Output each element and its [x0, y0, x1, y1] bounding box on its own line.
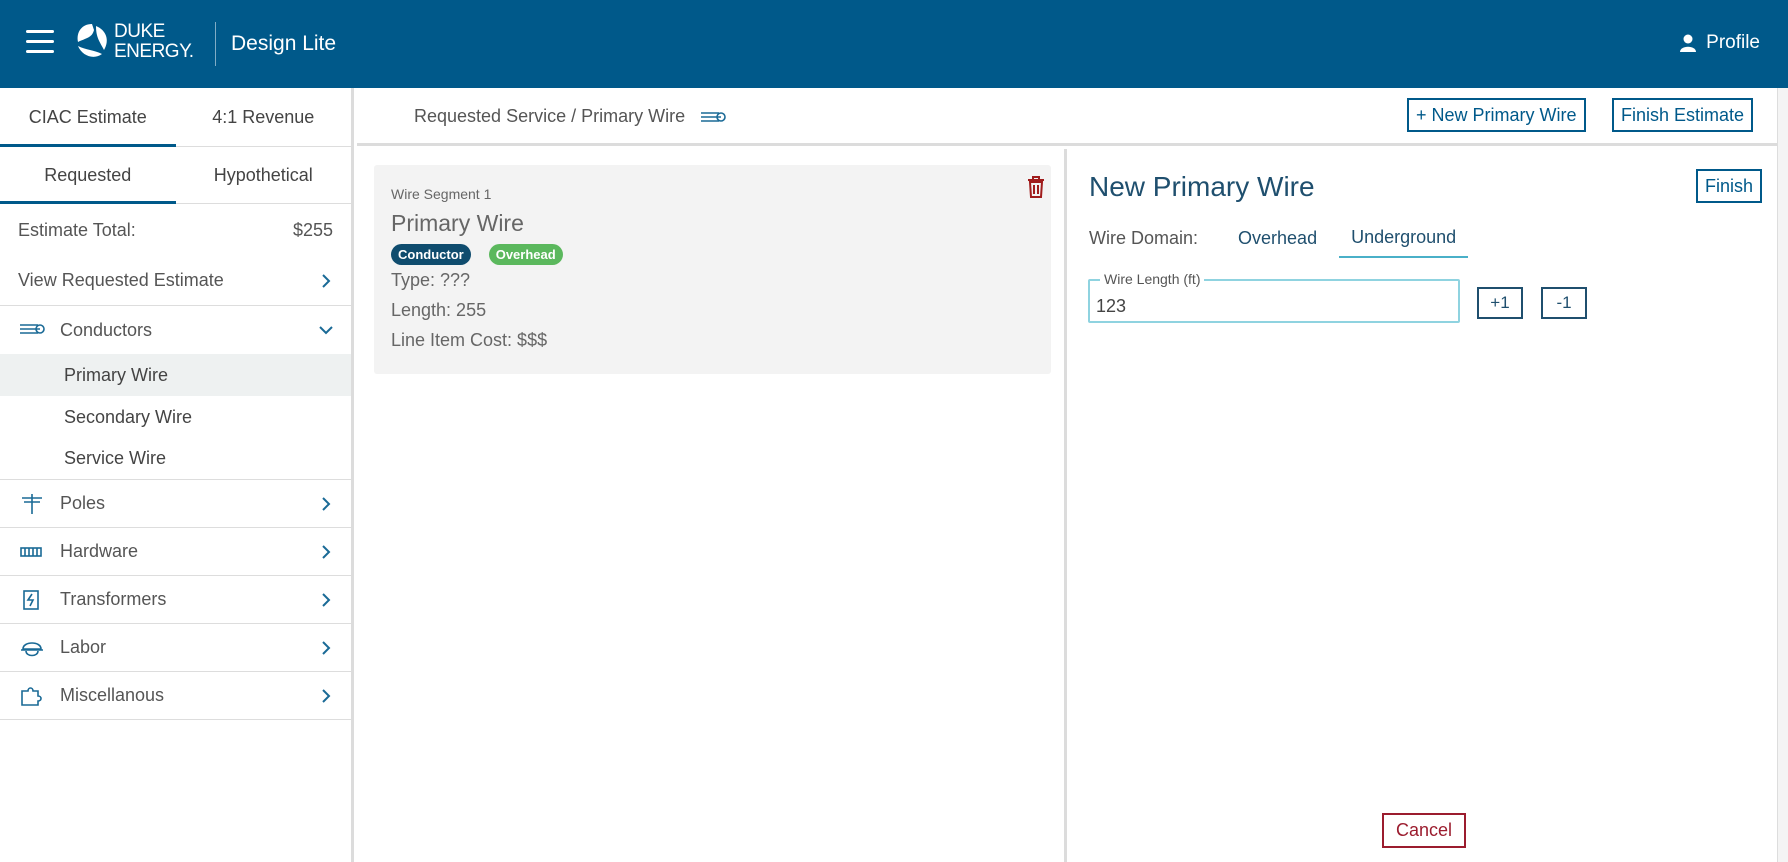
chevron-right-icon [322, 592, 331, 607]
sidebar-item-labor[interactable]: Labor [0, 624, 351, 672]
finish-estimate-button[interactable]: Finish Estimate [1612, 98, 1754, 132]
sidebar-item-label: Conductors [60, 319, 153, 340]
segment-type: Type: ??? [391, 270, 471, 290]
profile-button[interactable]: Profile [1678, 32, 1760, 54]
wire-segments-panel: Wire Segment 1 Primary Wire Conductor Ov… [357, 149, 1067, 862]
profile-label: Profile [1706, 32, 1760, 53]
tab-ciac-estimate[interactable]: CIAC Estimate [0, 88, 176, 147]
transformer-icon [23, 589, 39, 610]
sidebar-item-label: Labor [60, 637, 107, 657]
chevron-right-icon [322, 496, 331, 511]
finish-button[interactable]: Finish [1696, 169, 1763, 203]
logo-line-1: DUKE [114, 21, 165, 42]
estimate-total-label: Estimate Total: [18, 219, 136, 240]
sidebar-item-label: Hardware [60, 541, 139, 561]
wire-domain-label: Wire Domain: [1089, 228, 1199, 248]
user-icon [1680, 34, 1697, 52]
sidebar-subitem-primary-wire[interactable]: Primary Wire [0, 354, 351, 396]
wire-length-field: Wire Length (ft) [1088, 271, 1460, 323]
chevron-right-icon [322, 640, 331, 655]
wire-segment-card[interactable]: Wire Segment 1 Primary Wire Conductor Ov… [374, 165, 1051, 374]
breadcrumb: Requested Service / Primary Wire [414, 106, 727, 127]
estimate-total-value: $255 [292, 219, 333, 240]
logo-line-2: ENERGY. [114, 41, 194, 62]
segment-badges: Conductor Overhead [391, 244, 563, 265]
sidebar-item-label: Poles [60, 493, 106, 513]
scrollbar[interactable] [1777, 88, 1788, 862]
hardware-icon [20, 546, 42, 557]
header-divider [215, 22, 216, 66]
breadcrumb-text: Requested Service / Primary Wire [414, 106, 686, 126]
estimate-tabs: CIAC Estimate 4:1 Revenue [0, 88, 351, 147]
new-wire-form: New Primary Wire Finish Wire Domain: Ove… [1070, 149, 1777, 862]
sidebar-item-conductors[interactable]: Conductors [0, 306, 351, 354]
wire-length-label: Wire Length (ft) [1100, 271, 1205, 287]
conductor-badge: Conductor [391, 244, 471, 265]
estimate-total: Estimate Total: $255 [0, 204, 351, 256]
decrement-button[interactable]: -1 [1541, 287, 1587, 319]
menu-icon[interactable] [26, 30, 54, 54]
conductor-icon [701, 111, 726, 122]
wire-length-input[interactable] [1090, 281, 1458, 321]
form-heading: New Primary Wire [1089, 171, 1315, 202]
conductor-icon [20, 324, 45, 334]
view-estimate-label: View Requested Estimate [18, 270, 224, 290]
sidebar-item-label: Miscellanous [60, 685, 165, 705]
view-requested-estimate-link[interactable]: View Requested Estimate [0, 256, 351, 306]
segment-label: Wire Segment 1 [391, 186, 492, 202]
pole-icon [22, 493, 42, 514]
sidebar-item-label: Transformers [60, 589, 167, 609]
trash-icon[interactable] [1025, 175, 1047, 199]
toolbar: Requested Service / Primary Wire + New P… [357, 88, 1777, 146]
segment-cost: Line Item Cost: $$$ [391, 330, 548, 350]
segment-length: Length: 255 [391, 300, 487, 320]
puzzle-icon [21, 686, 42, 706]
domain-tab-overhead[interactable]: Overhead [1226, 228, 1329, 257]
duke-energy-logo: DUKE ENERGY. [72, 20, 202, 68]
sidebar-item-poles[interactable]: Poles [0, 480, 351, 528]
app-title: Design Lite [231, 32, 337, 55]
cancel-button[interactable]: Cancel [1382, 813, 1467, 848]
sidebar: CIAC Estimate 4:1 Revenue Requested Hypo… [0, 88, 354, 862]
chevron-right-icon [322, 273, 331, 288]
domain-tab-underground[interactable]: Underground [1339, 227, 1469, 258]
chevron-down-icon [319, 326, 333, 335]
sidebar-subitem-service-wire[interactable]: Service Wire [0, 438, 351, 480]
sidebar-item-miscellaneous[interactable]: Miscellanous [0, 672, 351, 720]
sidebar-item-hardware[interactable]: Hardware [0, 528, 351, 576]
chevron-right-icon [322, 688, 331, 703]
app-header: DUKE ENERGY. Design Lite Profile [0, 0, 1788, 88]
tab-hypothetical[interactable]: Hypothetical [176, 147, 352, 203]
sidebar-subitem-secondary-wire[interactable]: Secondary Wire [0, 396, 351, 438]
increment-button[interactable]: +1 [1477, 287, 1523, 319]
tab-requested[interactable]: Requested [0, 147, 176, 204]
hardhat-icon [21, 641, 43, 656]
new-primary-wire-button[interactable]: + New Primary Wire [1407, 98, 1586, 132]
segment-title: Primary Wire [391, 210, 524, 236]
logo-mark-icon [77, 24, 107, 57]
chevron-right-icon [322, 544, 331, 559]
overhead-badge: Overhead [488, 244, 563, 265]
sidebar-item-transformers[interactable]: Transformers [0, 576, 351, 624]
service-tabs: Requested Hypothetical [0, 147, 351, 204]
wire-domain-selector: Wire Domain: Overhead Underground [1089, 223, 1469, 258]
tab-revenue[interactable]: 4:1 Revenue [176, 88, 352, 146]
